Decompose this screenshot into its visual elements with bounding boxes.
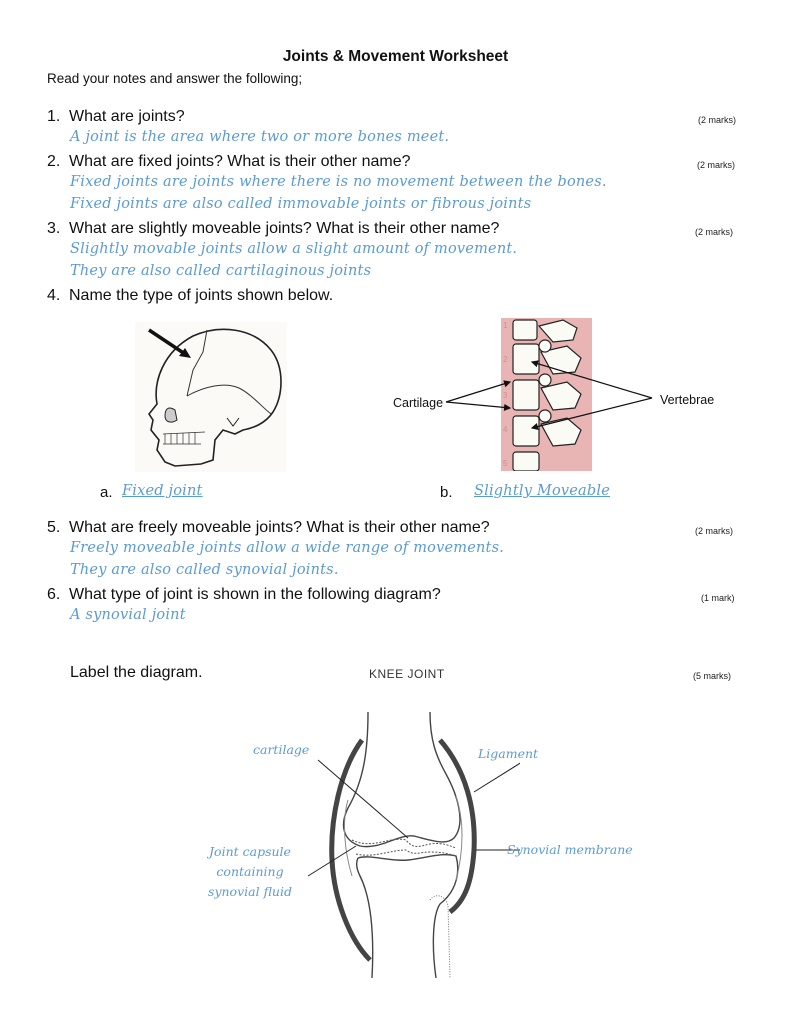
cartilage-label: Cartilage (393, 396, 444, 410)
question-text: What type of joint is shown in the follo… (69, 586, 441, 603)
question-4: 4. Name the type of joints shown below. (47, 287, 333, 305)
cartilage-arrow (445, 380, 512, 403)
spine-number: 1 (503, 321, 508, 330)
skull-illustration (135, 322, 287, 472)
joint-capsule-diagram-label: Joint capsule containing synovial fluid (200, 842, 300, 902)
capsule-label-line: synovial fluid (208, 884, 292, 899)
spine-number: 5 (503, 459, 508, 468)
femur-outline (342, 711, 461, 848)
answer-a: Fixed joint (122, 483, 203, 499)
joint-capsule-left (329, 738, 372, 962)
question-number: 4. (47, 287, 61, 304)
marks-label: (2 marks) (695, 526, 733, 536)
marks-label: (2 marks) (697, 160, 735, 170)
answer-line: A joint is the area where two or more bo… (70, 129, 450, 145)
question-5: 5. What are freely moveable joints? What … (47, 519, 490, 537)
synovial-membrane-diagram-label: Synovial membrane (507, 842, 633, 857)
question-1: 1. What are joints? (47, 108, 185, 126)
question-text: Name the type of joints shown below. (69, 287, 334, 304)
vertebrae-arrow (530, 360, 653, 399)
vertebra (512, 451, 540, 471)
label-instruction: Label the diagram. (70, 664, 203, 681)
answer-line: They are also called synovial joints. (70, 562, 339, 578)
question-text: What are slightly moveable joints? What … (69, 220, 500, 237)
marks-label: (2 marks) (695, 227, 733, 237)
answer-line: They are also called cartilaginous joint… (70, 263, 372, 279)
ligament-pointer (473, 762, 520, 793)
question-number: 1. (47, 108, 61, 125)
synovial-membrane-right (455, 795, 463, 881)
ligament-diagram-label: Ligament (478, 746, 539, 761)
marks-label: (5 marks) (693, 671, 731, 681)
answer-a-label: a. (100, 484, 113, 501)
answer-line: Fixed joints are joints where there is n… (70, 174, 607, 190)
spine-label-arrows (445, 360, 653, 431)
page-title: Joints & Movement Worksheet (282, 48, 509, 65)
question-text: What are fixed joints? What is their oth… (69, 153, 411, 170)
knee-joint-diagram (307, 711, 520, 979)
question-6: 6. What type of joint is shown in the fol… (47, 586, 441, 604)
answer-line: Fixed joints are also called immovable j… (70, 196, 532, 212)
answer-line: A synovial joint (70, 607, 186, 623)
question-2: 2. What are fixed joints? What is their o… (47, 153, 411, 171)
tibia-outline (355, 853, 459, 979)
marks-label: (2 marks) (698, 115, 736, 125)
cartilage-arrow (445, 401, 512, 412)
answer-line: Slightly movable joints allow a slight a… (70, 241, 518, 257)
answer-line: Freely moveable joints allow a wide rang… (70, 540, 505, 556)
answer-b: Slightly Moveable (474, 483, 610, 499)
vertebrae-label: Vertebrae (660, 393, 715, 407)
answer-b-label: b. (440, 484, 453, 501)
capsule-label-line: containing (216, 864, 284, 879)
ligament-right (438, 738, 477, 914)
eye-socket (164, 407, 178, 423)
question-number: 6. (47, 586, 61, 603)
question-number: 3. (47, 220, 61, 237)
question-number: 2. (47, 153, 61, 170)
cartilage-diagram-label: cartilage (253, 742, 310, 757)
vertebrae-arrow (530, 397, 653, 431)
diagram-title: KNEE JOINT (369, 667, 445, 681)
intro-text: Read your notes and answer the following… (47, 71, 303, 86)
question-number: 5. (47, 519, 61, 536)
question-text: What are freely moveable joints? What is… (69, 519, 490, 536)
question-3: 3. What are slightly moveable joints? Wha… (47, 220, 499, 238)
question-text: What are joints? (69, 108, 185, 125)
capsule-label-line: Joint capsule (209, 844, 291, 859)
vertebra (512, 319, 538, 341)
marks-label: (1 mark) (701, 593, 735, 603)
